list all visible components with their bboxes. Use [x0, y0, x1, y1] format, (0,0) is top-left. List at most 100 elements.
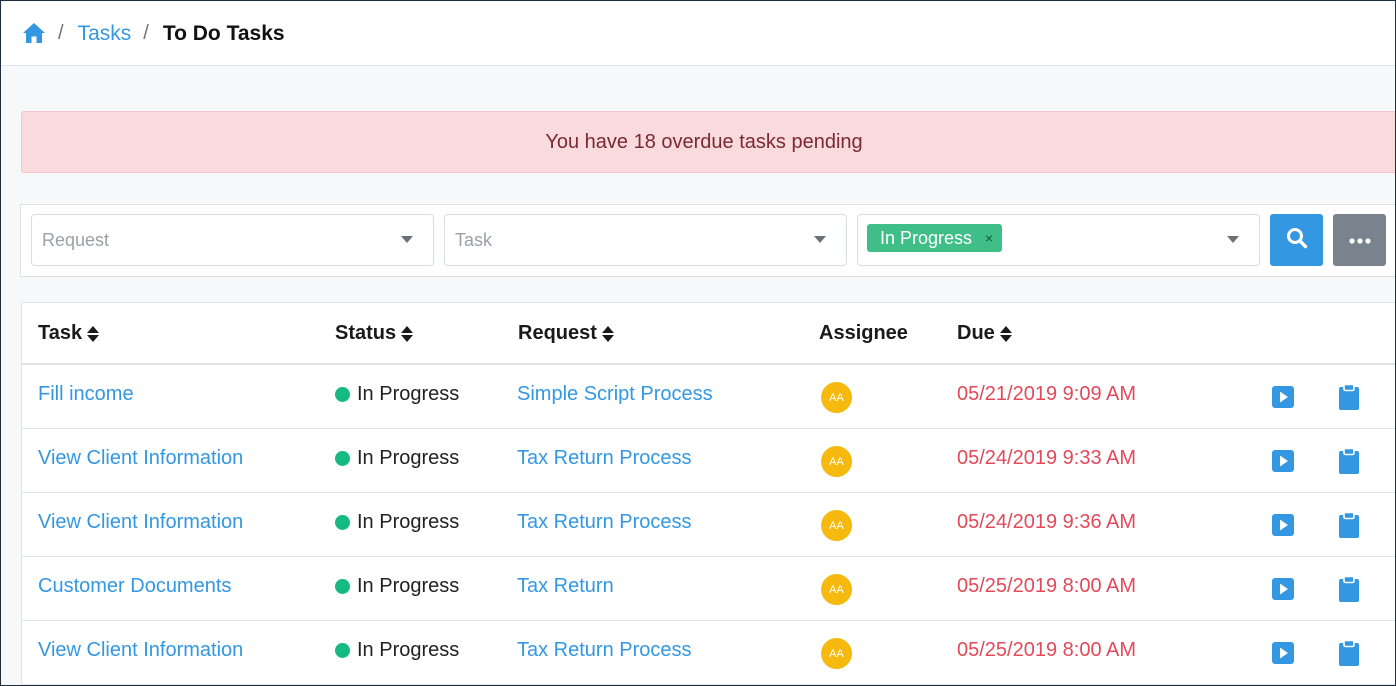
ellipsis-icon: [1348, 231, 1371, 249]
play-icon: [1272, 386, 1294, 408]
avatar[interactable]: AA: [821, 382, 852, 413]
request-link[interactable]: Simple Script Process: [517, 383, 713, 406]
view-request-button[interactable]: [1337, 511, 1361, 539]
clipboard-icon: [1339, 447, 1359, 474]
overdue-alert-text: You have 18 overdue tasks pending: [545, 130, 863, 153]
status-filter-select[interactable]: In Progress ×: [857, 214, 1260, 266]
status-label: In Progress: [357, 575, 460, 597]
app-frame: / Tasks / To Do Tasks You have 18 overdu…: [0, 0, 1396, 686]
status-filter-tag-label: In Progress: [880, 228, 973, 248]
column-header-request[interactable]: Request: [518, 322, 614, 345]
column-label: Status: [335, 322, 397, 344]
table-row: View Client Information In Progress Tax …: [22, 493, 1395, 557]
view-request-button[interactable]: [1337, 447, 1361, 475]
open-task-button[interactable]: [1271, 639, 1295, 667]
request-link[interactable]: Tax Return: [517, 575, 614, 598]
play-icon: [1272, 450, 1294, 472]
play-icon: [1272, 642, 1294, 664]
request-link[interactable]: Tax Return Process: [517, 511, 692, 534]
status-cell: In Progress: [335, 639, 459, 662]
column-header-task[interactable]: Task: [38, 322, 100, 345]
status-label: In Progress: [357, 447, 460, 469]
open-task-button[interactable]: [1271, 447, 1295, 475]
tag-remove-icon[interactable]: ×: [985, 224, 993, 252]
status-dot-icon: [335, 387, 350, 402]
table-row: Fill income In Progress Simple Script Pr…: [22, 365, 1395, 429]
task-filter-placeholder: Task: [455, 230, 493, 250]
open-task-button[interactable]: [1271, 575, 1295, 603]
status-cell: In Progress: [335, 447, 459, 470]
more-options-button[interactable]: [1333, 214, 1386, 266]
view-request-button[interactable]: [1337, 639, 1361, 667]
breadcrumb-tasks-link[interactable]: Tasks: [78, 22, 132, 46]
open-task-button[interactable]: [1271, 383, 1295, 411]
sort-icon: [401, 325, 414, 343]
chevron-down-icon: [814, 236, 826, 243]
breadcrumb-separator: /: [58, 22, 64, 44]
task-link[interactable]: Customer Documents: [38, 575, 231, 598]
due-date: 05/24/2019 9:36 AM: [957, 511, 1137, 533]
table-row: View Client Information In Progress Tax …: [22, 621, 1395, 685]
status-dot-icon: [335, 451, 350, 466]
avatar[interactable]: AA: [821, 446, 852, 477]
view-request-button[interactable]: [1337, 575, 1361, 603]
sort-icon: [999, 325, 1012, 343]
open-task-button[interactable]: [1271, 511, 1295, 539]
overdue-alert: You have 18 overdue tasks pending: [21, 111, 1395, 173]
column-label: Task: [38, 322, 83, 344]
table-row: Customer Documents In Progress Tax Retur…: [22, 557, 1395, 621]
request-filter-placeholder: Request: [42, 230, 110, 250]
column-label: Due: [957, 322, 995, 344]
home-icon[interactable]: [22, 22, 46, 46]
due-date: 05/25/2019 8:00 AM: [957, 639, 1137, 661]
sort-icon: [87, 325, 100, 343]
filter-bar: Request Task In Progress ×: [20, 204, 1395, 277]
status-dot-icon: [335, 643, 350, 658]
breadcrumb-current: To Do Tasks: [162, 21, 285, 45]
play-icon: [1272, 514, 1294, 536]
avatar[interactable]: AA: [821, 574, 852, 605]
status-cell: In Progress: [335, 511, 459, 534]
status-label: In Progress: [357, 383, 460, 405]
chevron-down-icon: [1227, 236, 1239, 243]
chevron-down-icon: [401, 236, 413, 243]
tasks-table: Task Status Request Assignee Due Fill in…: [21, 302, 1395, 685]
breadcrumb-separator: /: [143, 22, 149, 44]
status-label: In Progress: [357, 639, 460, 661]
request-link[interactable]: Tax Return Process: [517, 447, 692, 470]
due-date: 05/24/2019 9:33 AM: [957, 447, 1137, 469]
status-cell: In Progress: [335, 575, 459, 598]
task-link[interactable]: View Client Information: [38, 511, 243, 534]
status-dot-icon: [335, 515, 350, 530]
task-link[interactable]: Fill income: [38, 383, 134, 406]
column-label: Request: [518, 322, 597, 344]
column-header-due[interactable]: Due: [957, 322, 1012, 345]
table-row: View Client Information In Progress Tax …: [22, 429, 1395, 493]
request-link[interactable]: Tax Return Process: [517, 639, 692, 662]
avatar[interactable]: AA: [821, 638, 852, 669]
clipboard-icon: [1339, 575, 1359, 602]
due-date: 05/25/2019 8:00 AM: [957, 575, 1137, 597]
column-label: Assignee: [819, 322, 908, 344]
search-icon: [1286, 227, 1308, 254]
due-date: 05/21/2019 9:09 AM: [957, 383, 1137, 405]
task-filter-select[interactable]: Task: [444, 214, 847, 266]
search-button[interactable]: [1270, 214, 1323, 266]
sort-icon: [601, 325, 614, 343]
play-icon: [1272, 578, 1294, 600]
status-dot-icon: [335, 579, 350, 594]
view-request-button[interactable]: [1337, 383, 1361, 411]
task-link[interactable]: View Client Information: [38, 639, 243, 662]
breadcrumb: / Tasks / To Do Tasks: [2, 2, 1395, 66]
column-header-status[interactable]: Status: [335, 322, 414, 345]
column-header-assignee: Assignee: [819, 322, 908, 345]
clipboard-icon: [1339, 639, 1359, 666]
status-filter-tag: In Progress ×: [867, 224, 1003, 252]
clipboard-icon: [1339, 383, 1359, 410]
avatar[interactable]: AA: [821, 510, 852, 541]
clipboard-icon: [1339, 511, 1359, 538]
status-label: In Progress: [357, 511, 460, 533]
request-filter-select[interactable]: Request: [31, 214, 434, 266]
task-link[interactable]: View Client Information: [38, 447, 243, 470]
table-header: Task Status Request Assignee Due: [22, 303, 1395, 365]
